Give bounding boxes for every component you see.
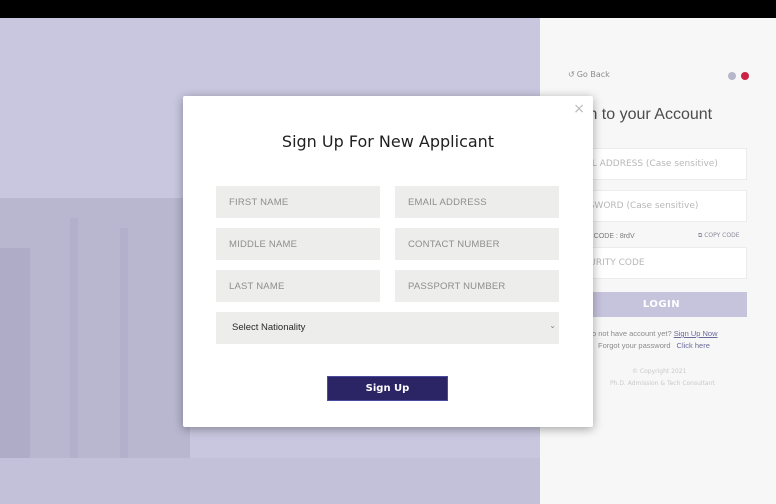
copyright-text: © Copyright 2021 <box>632 368 687 375</box>
passport-number-input[interactable] <box>395 270 559 302</box>
security-code-field[interactable]: CURITY CODE <box>576 247 747 279</box>
signup-now-link[interactable]: Sign Up Now <box>674 329 718 338</box>
nationality-select[interactable]: Select Nationality ⌄ <box>216 312 559 344</box>
email-input[interactable] <box>395 186 559 218</box>
copy-code-button[interactable]: ⧉ COPY CODE <box>698 232 740 240</box>
no-account-line: o not have account yet? Sign Up Now <box>592 329 718 338</box>
login-email-field[interactable]: AIL ADDRESS (Case sensitive) <box>576 148 747 180</box>
no-account-text: o not have account yet? <box>592 329 672 338</box>
signup-button[interactable]: Sign Up <box>327 376 448 401</box>
contact-number-input[interactable] <box>395 228 559 260</box>
copy-code-label: COPY CODE <box>704 232 740 239</box>
language-flags <box>728 72 749 80</box>
close-icon[interactable]: × <box>573 102 585 116</box>
flag-icon[interactable] <box>728 72 736 80</box>
flag-icon[interactable] <box>741 72 749 80</box>
login-heading: gin to your Account <box>576 106 713 123</box>
modal-title: Sign Up For New Applicant <box>281 132 495 151</box>
click-here-link[interactable]: Click here <box>677 341 710 350</box>
nationality-select-value: Select Nationality <box>232 322 306 333</box>
signup-modal: × Sign Up For New Applicant Select Natio… <box>183 96 593 427</box>
undo-icon: ↺ <box>568 70 575 79</box>
last-name-input[interactable] <box>216 270 380 302</box>
chevron-down-icon: ⌄ <box>549 321 556 330</box>
top-bar <box>0 0 776 18</box>
copyright-owner: Ph.D. Admission & Tech Consultant <box>610 380 715 387</box>
ground <box>0 458 540 504</box>
go-back-label: Go Back <box>576 70 610 79</box>
go-back-link[interactable]: ↺ Go Back <box>568 70 610 79</box>
forgot-password-line: Forgot your password Click here <box>598 341 710 350</box>
login-button[interactable]: LOGIN <box>576 292 747 317</box>
first-name-input[interactable] <box>216 186 380 218</box>
login-password-field[interactable]: SSWORD (Case sensitive) <box>576 190 747 222</box>
forgot-text: Forgot your password <box>598 341 671 350</box>
middle-name-input[interactable] <box>216 228 380 260</box>
